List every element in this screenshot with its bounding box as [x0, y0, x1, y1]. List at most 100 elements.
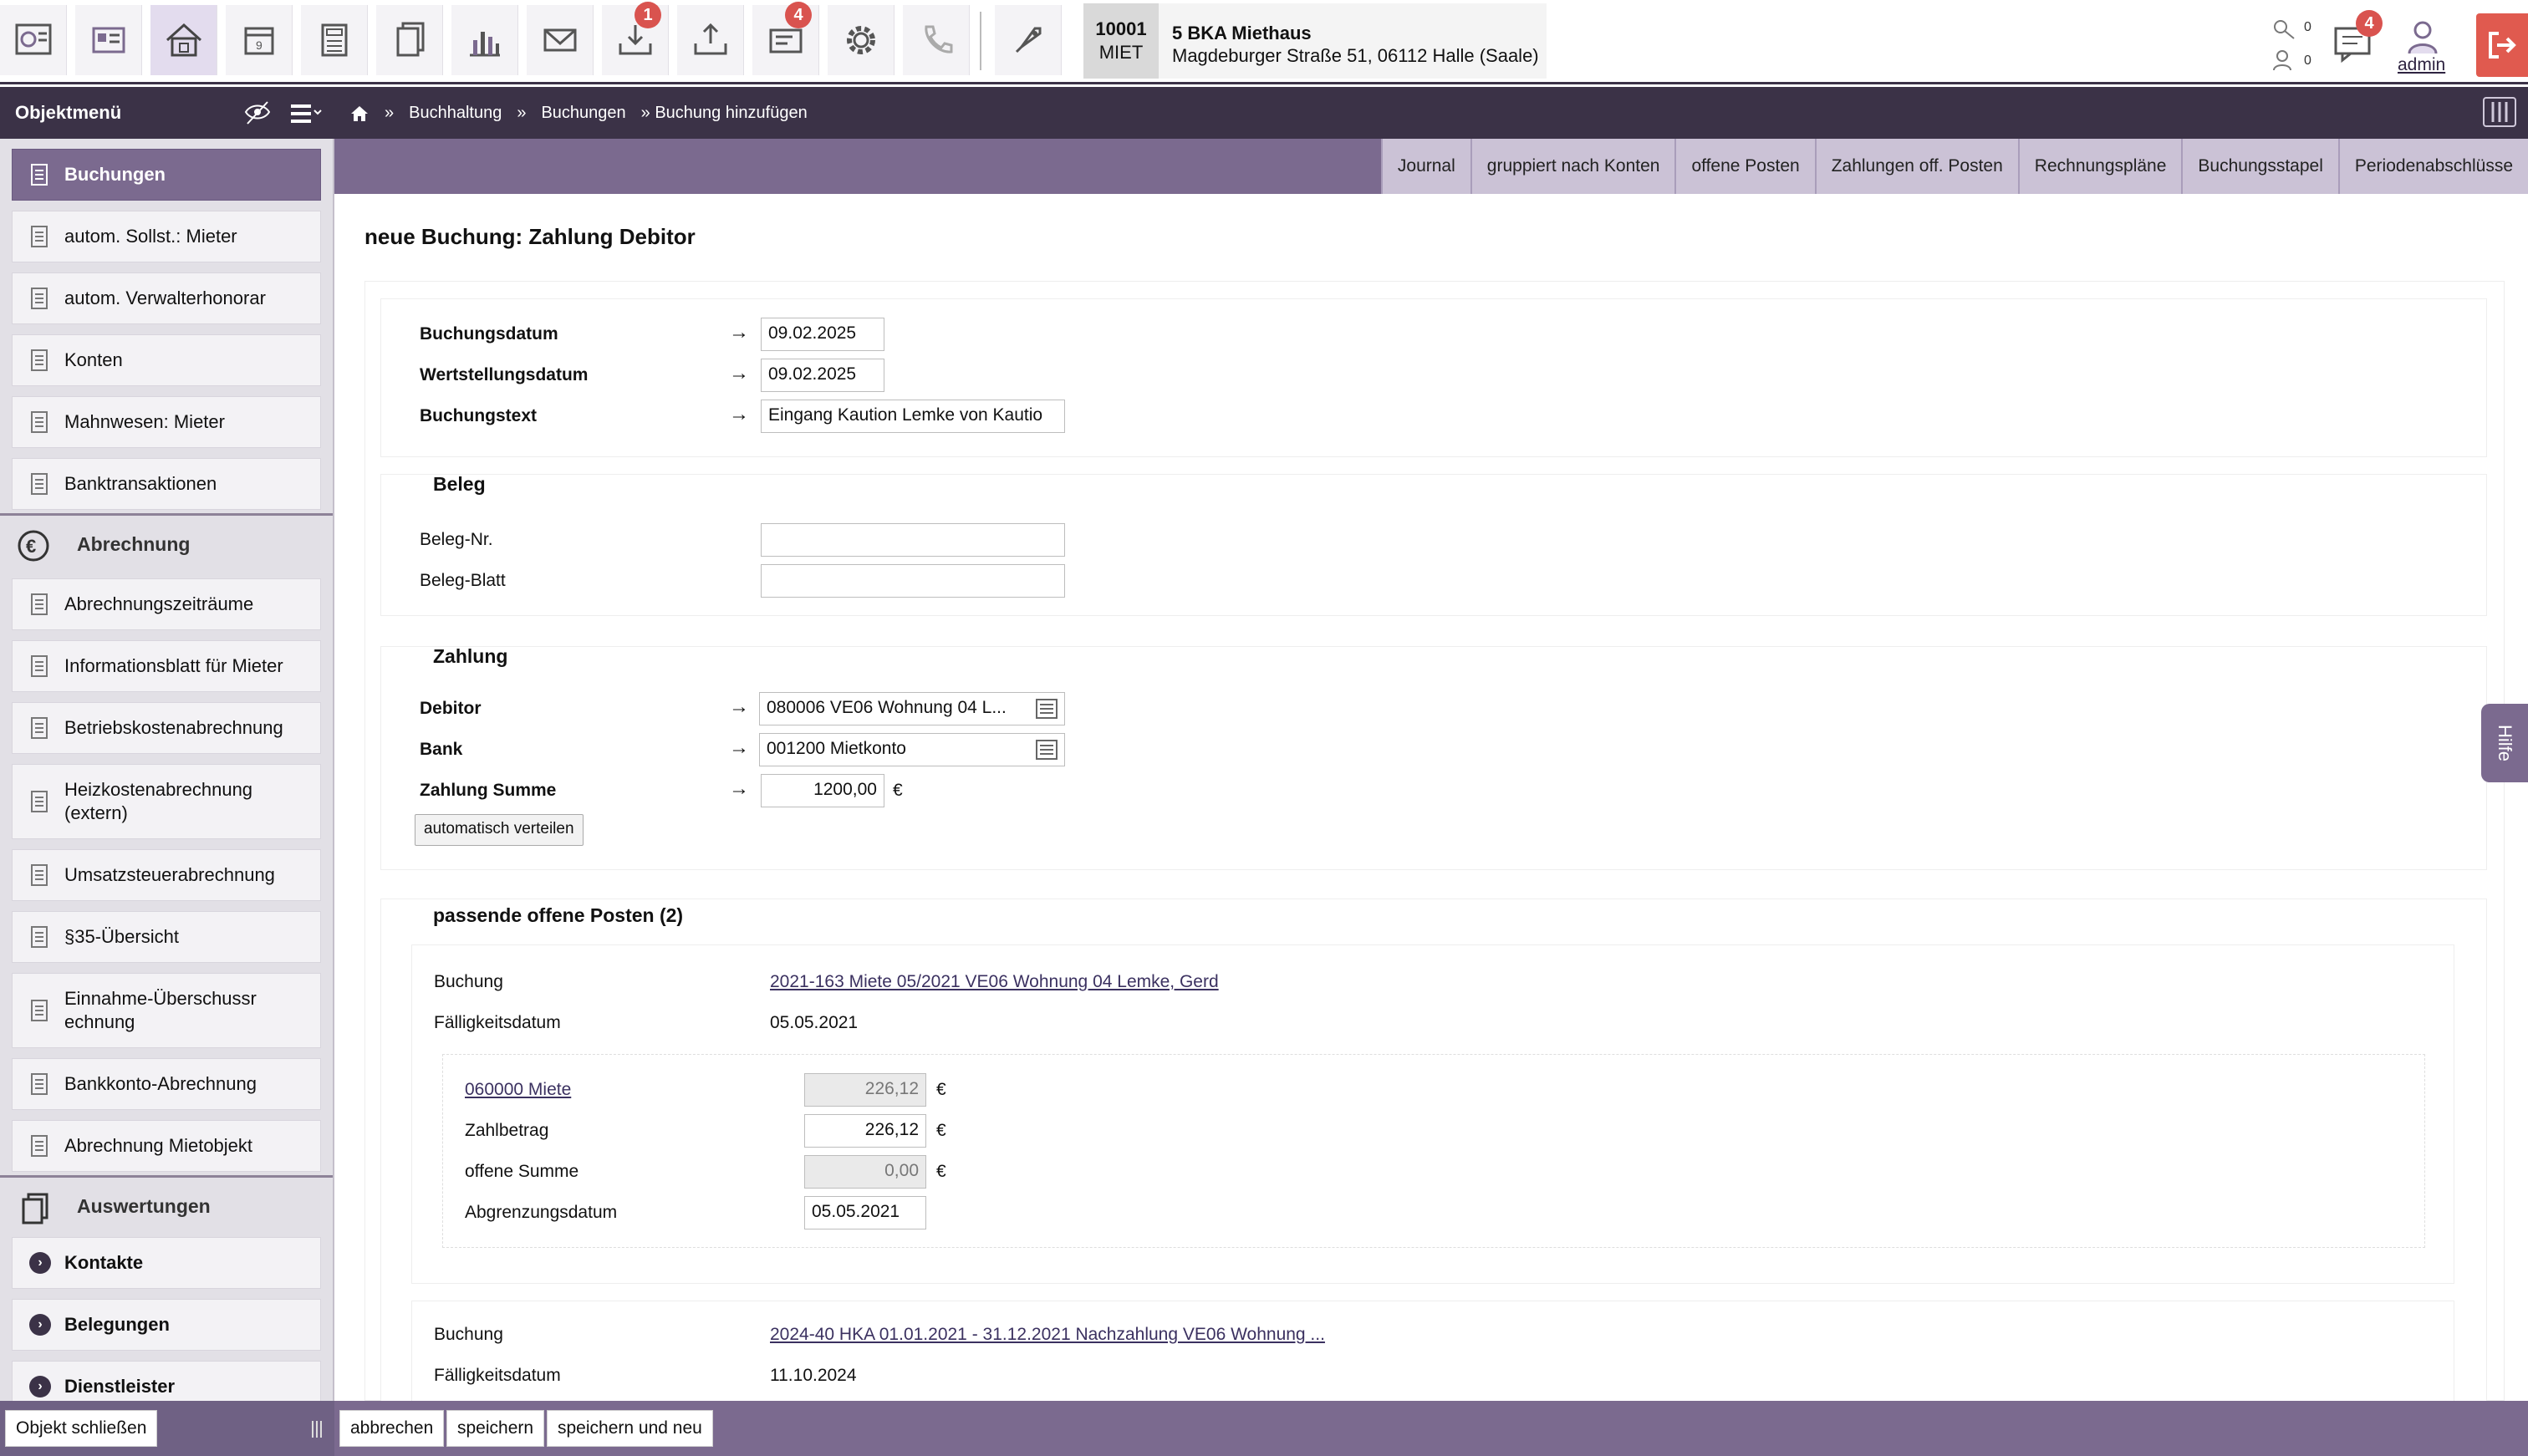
gear-icon[interactable] [828, 5, 894, 75]
sidebar-item-buchungen[interactable]: Buchungen [12, 149, 321, 201]
menu-list-icon[interactable] [289, 102, 323, 125]
sidebar-item-abrechnungszeitraeume[interactable]: Abrechnungszeiträume [12, 578, 321, 630]
close-object-button[interactable]: Objekt schließen [5, 1410, 158, 1447]
cards-icon[interactable] [75, 5, 142, 75]
main-content: neue Buchung: Zahlung Debitor Buchungsda… [334, 194, 2528, 1401]
logout-button[interactable] [2476, 13, 2528, 77]
rocket-icon[interactable] [995, 5, 1062, 75]
tab-gruppiert-nach-konten[interactable]: gruppiert nach Konten [1470, 139, 1675, 194]
tab-rechnungsplaene[interactable]: Rechnungspläne [2017, 139, 2182, 194]
faelligkeitsdatum-value: 05.05.2021 [770, 1013, 859, 1032]
beleg-nr-input[interactable] [761, 523, 1065, 557]
download-badge: 1 [635, 2, 661, 28]
sidebar-item-mahnwesen[interactable]: Mahnwesen: Mieter [12, 396, 321, 448]
zahlung-summe-input[interactable]: 1200,00 [761, 774, 884, 807]
messages-icon[interactable]: 4 [2332, 10, 2383, 64]
open-item-booking-link[interactable]: 2021-163 Miete 05/2021 VE06 Wohnung 04 L… [770, 972, 1219, 992]
sidebar-group-dienstleister[interactable]: › Dienstleister [12, 1361, 321, 1401]
wertstellungsdatum-input[interactable]: 09.02.2025 [761, 359, 884, 392]
top-toolbar: 9 1 4 10001 MIET 5 BKA Miethaus Magdebur… [0, 0, 2528, 84]
tab-zahlungen-off-posten[interactable]: Zahlungen off. Posten [1814, 139, 2018, 194]
person-key-icon[interactable] [2271, 48, 2299, 72]
visibility-toggle-icon[interactable] [244, 100, 271, 125]
tab-offene-posten[interactable]: offene Posten [1674, 139, 1815, 194]
buchungstext-label: Buchungstext [420, 406, 538, 425]
tab-journal[interactable]: Journal [1380, 139, 1470, 194]
sidebar-item-einnahme-ueberschussrechnung[interactable]: Einnahme-Überschussrechnung [12, 973, 321, 1048]
chevron-right-icon: › [29, 1376, 51, 1397]
sidebar-item-betriebskostenabrechnung[interactable]: Betriebskostenabrechnung [12, 702, 321, 754]
dashboard-icon[interactable] [0, 5, 67, 75]
person-key-count: 0 [2304, 53, 2311, 68]
mail-icon[interactable] [527, 5, 594, 75]
sidebar-item-abrechnung-mietobjekt[interactable]: Abrechnung Mietobjekt [12, 1120, 321, 1172]
zahlbetrag-input[interactable]: 226,12 [804, 1114, 926, 1148]
sidebar-item-label: Belegungen [64, 1314, 170, 1335]
tab-buchungsstapel[interactable]: Buchungsstapel [2181, 139, 2338, 194]
sidebar-item-autom-verwalterhonorar[interactable]: autom. Verwalterhonorar [12, 272, 321, 324]
calendar-icon[interactable]: 9 [226, 5, 293, 75]
sidebar-item-paragraph35[interactable]: §35-Übersicht [12, 911, 321, 963]
open-items-title: passende offene Posten (2) [433, 904, 684, 926]
layout-toggle-icon[interactable] [2483, 97, 2516, 127]
debitor-label: Debitor [420, 699, 482, 718]
currency-label: € [893, 781, 903, 800]
page-title: neue Buchung: Zahlung Debitor [364, 224, 696, 249]
current-object[interactable]: 10001 MIET 5 BKA Miethaus Magdeburger St… [1083, 3, 1547, 79]
chart-icon[interactable] [451, 5, 518, 75]
section-label: Auswertungen [77, 1195, 211, 1217]
tab-periodenabschluesse[interactable]: Periodenabschlüsse [2337, 139, 2528, 194]
buchungsdatum-input[interactable]: 09.02.2025 [761, 318, 884, 351]
arrow-right-icon: → [729, 736, 749, 759]
sidebar-item-konten[interactable]: Konten [12, 334, 321, 386]
document-icon [31, 864, 48, 886]
abgrenzungsdatum-input[interactable]: 05.05.2021 [804, 1196, 926, 1229]
sidebar-section-auswertungen[interactable]: Auswertungen [0, 1175, 333, 1235]
calculator-icon[interactable] [301, 5, 368, 75]
messages-badge: 4 [2356, 10, 2383, 37]
list-picker-icon[interactable] [1036, 699, 1058, 719]
open-item-booking-link[interactable]: 2024-40 HKA 01.01.2021 - 31.12.2021 Nach… [770, 1325, 1325, 1345]
user-avatar-icon[interactable] [2404, 18, 2441, 55]
beleg-blatt-input[interactable] [761, 564, 1065, 598]
bottom-action-bar: Objekt schließen abbrechen speichern spe… [0, 1401, 2528, 1456]
download-icon[interactable]: 1 [602, 2, 669, 75]
sidebar-item-bankkonto-abrechnung[interactable]: Bankkonto-Abrechnung [12, 1058, 321, 1110]
buchungstext-input[interactable]: Eingang Kaution Lemke von Kautio [761, 400, 1065, 433]
sidebar-item-heizkostenabrechnung[interactable]: Heizkostenabrechnung (extern) [12, 764, 321, 839]
resize-handle-icon[interactable] [311, 1421, 323, 1438]
debitor-input[interactable]: 080006 VE06 Wohnung 04 L... [759, 692, 1065, 725]
upload-icon[interactable] [677, 5, 744, 75]
document-icon [31, 164, 48, 186]
key-icon[interactable] [2271, 17, 2299, 40]
sidebar-item-umsatzsteuerabrechnung[interactable]: Umsatzsteuerabrechnung [12, 849, 321, 901]
phone-icon[interactable] [903, 5, 970, 75]
euro-icon: € [18, 530, 49, 562]
sidebar-item-informationsblatt[interactable]: Informationsblatt für Mieter [12, 640, 321, 692]
bank-input[interactable]: 001200 Mietkonto [759, 733, 1065, 766]
breadcrumb-buchhaltung[interactable]: Buchhaltung [409, 104, 502, 123]
user-name-link[interactable]: admin [2398, 55, 2445, 75]
cancel-button[interactable]: abbrechen [339, 1410, 445, 1447]
save-and-new-button[interactable]: speichern und neu [547, 1410, 713, 1447]
auto-distribute-button[interactable]: automatisch verteilen [415, 814, 584, 846]
object-code: 10001 MIET [1083, 3, 1159, 79]
open-item-card: Buchung 2021-163 Miete 05/2021 VE06 Wohn… [411, 944, 2454, 1284]
documents-icon[interactable] [376, 5, 443, 75]
sidebar-group-kontakte[interactable]: › Kontakte [12, 1237, 321, 1289]
document-icon [31, 411, 48, 433]
breadcrumb-buchungen[interactable]: Buchungen [541, 104, 625, 123]
sidebar-item-banktransaktionen[interactable]: Banktransaktionen [12, 458, 321, 510]
list-picker-icon[interactable] [1036, 740, 1058, 760]
sidebar-item-autom-sollst[interactable]: autom. Sollst.: Mieter [12, 211, 321, 262]
account-link[interactable]: 060000 Miete [465, 1080, 571, 1100]
house-icon[interactable] [150, 5, 217, 75]
ticket-icon[interactable]: 4 [752, 2, 819, 75]
object-info: 5 BKA Miethaus Magdeburger Straße 51, 06… [1172, 22, 1539, 67]
home-icon[interactable] [349, 104, 370, 123]
sidebar-group-belegungen[interactable]: › Belegungen [12, 1299, 321, 1351]
sidebar-section-abrechnung[interactable]: € Abrechnung [0, 513, 333, 573]
help-tab[interactable]: Hilfe [2481, 704, 2528, 782]
save-button[interactable]: speichern [446, 1410, 545, 1447]
zahlung-section: Zahlung Debitor → 080006 VE06 Wohnung 04… [380, 645, 2487, 870]
